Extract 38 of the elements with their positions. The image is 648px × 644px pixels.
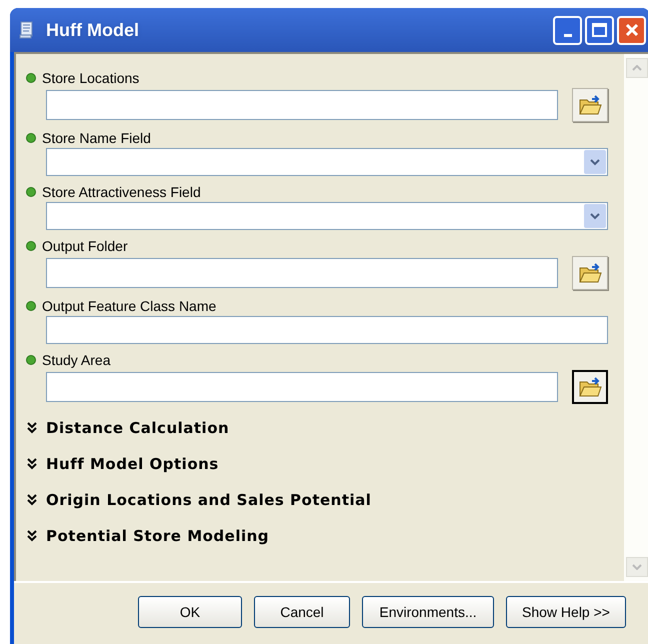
chevron-down-icon — [26, 458, 38, 470]
close-button[interactable] — [617, 16, 646, 44]
chevron-down-icon[interactable] — [584, 150, 606, 174]
parameter-label: Study Area — [42, 350, 110, 370]
input-field[interactable] — [46, 372, 558, 402]
chevron-down-icon[interactable] — [584, 204, 606, 228]
input-field[interactable] — [46, 258, 558, 288]
section-header[interactable]: Origin Locations and Sales Potential — [26, 488, 610, 512]
folder-icon — [578, 94, 602, 116]
chevron-down-icon — [26, 494, 38, 506]
chevron-down-icon — [26, 530, 38, 542]
scroll-down-icon[interactable] — [626, 557, 648, 577]
input-field[interactable] — [46, 316, 608, 344]
input-field[interactable] — [46, 90, 558, 120]
dialog-button[interactable]: Cancel — [254, 596, 350, 628]
browse-button[interactable] — [572, 370, 608, 404]
section-header[interactable]: Distance Calculation — [26, 416, 610, 440]
parameter-label: Store Locations — [42, 68, 140, 88]
window-title: Huff Model — [46, 18, 139, 42]
parameter-label: Output Folder — [42, 236, 128, 256]
minimize-button[interactable] — [553, 16, 582, 44]
dialog-button[interactable]: Environments... — [362, 596, 494, 628]
dropdown-field[interactable] — [46, 202, 608, 230]
close-icon — [624, 22, 640, 38]
folder-icon — [578, 376, 602, 398]
parameter-label: Output Feature Class Name — [42, 296, 216, 316]
dropdown-field[interactable] — [46, 148, 608, 176]
section-header[interactable]: Huff Model Options — [26, 452, 610, 476]
dialog-button[interactable]: OK — [138, 596, 242, 628]
section-header[interactable]: Potential Store Modeling — [26, 524, 610, 548]
scroll-up-icon[interactable] — [626, 58, 648, 78]
chevron-down-icon — [26, 422, 38, 434]
parameter-label: Store Attractiveness Field — [42, 182, 201, 202]
scrollbar[interactable] — [624, 54, 648, 581]
parameter-label: Store Name Field — [42, 128, 151, 148]
folder-icon — [578, 262, 602, 284]
maximize-button[interactable] — [585, 16, 614, 44]
dialog-button[interactable]: Show Help >> — [506, 596, 626, 628]
